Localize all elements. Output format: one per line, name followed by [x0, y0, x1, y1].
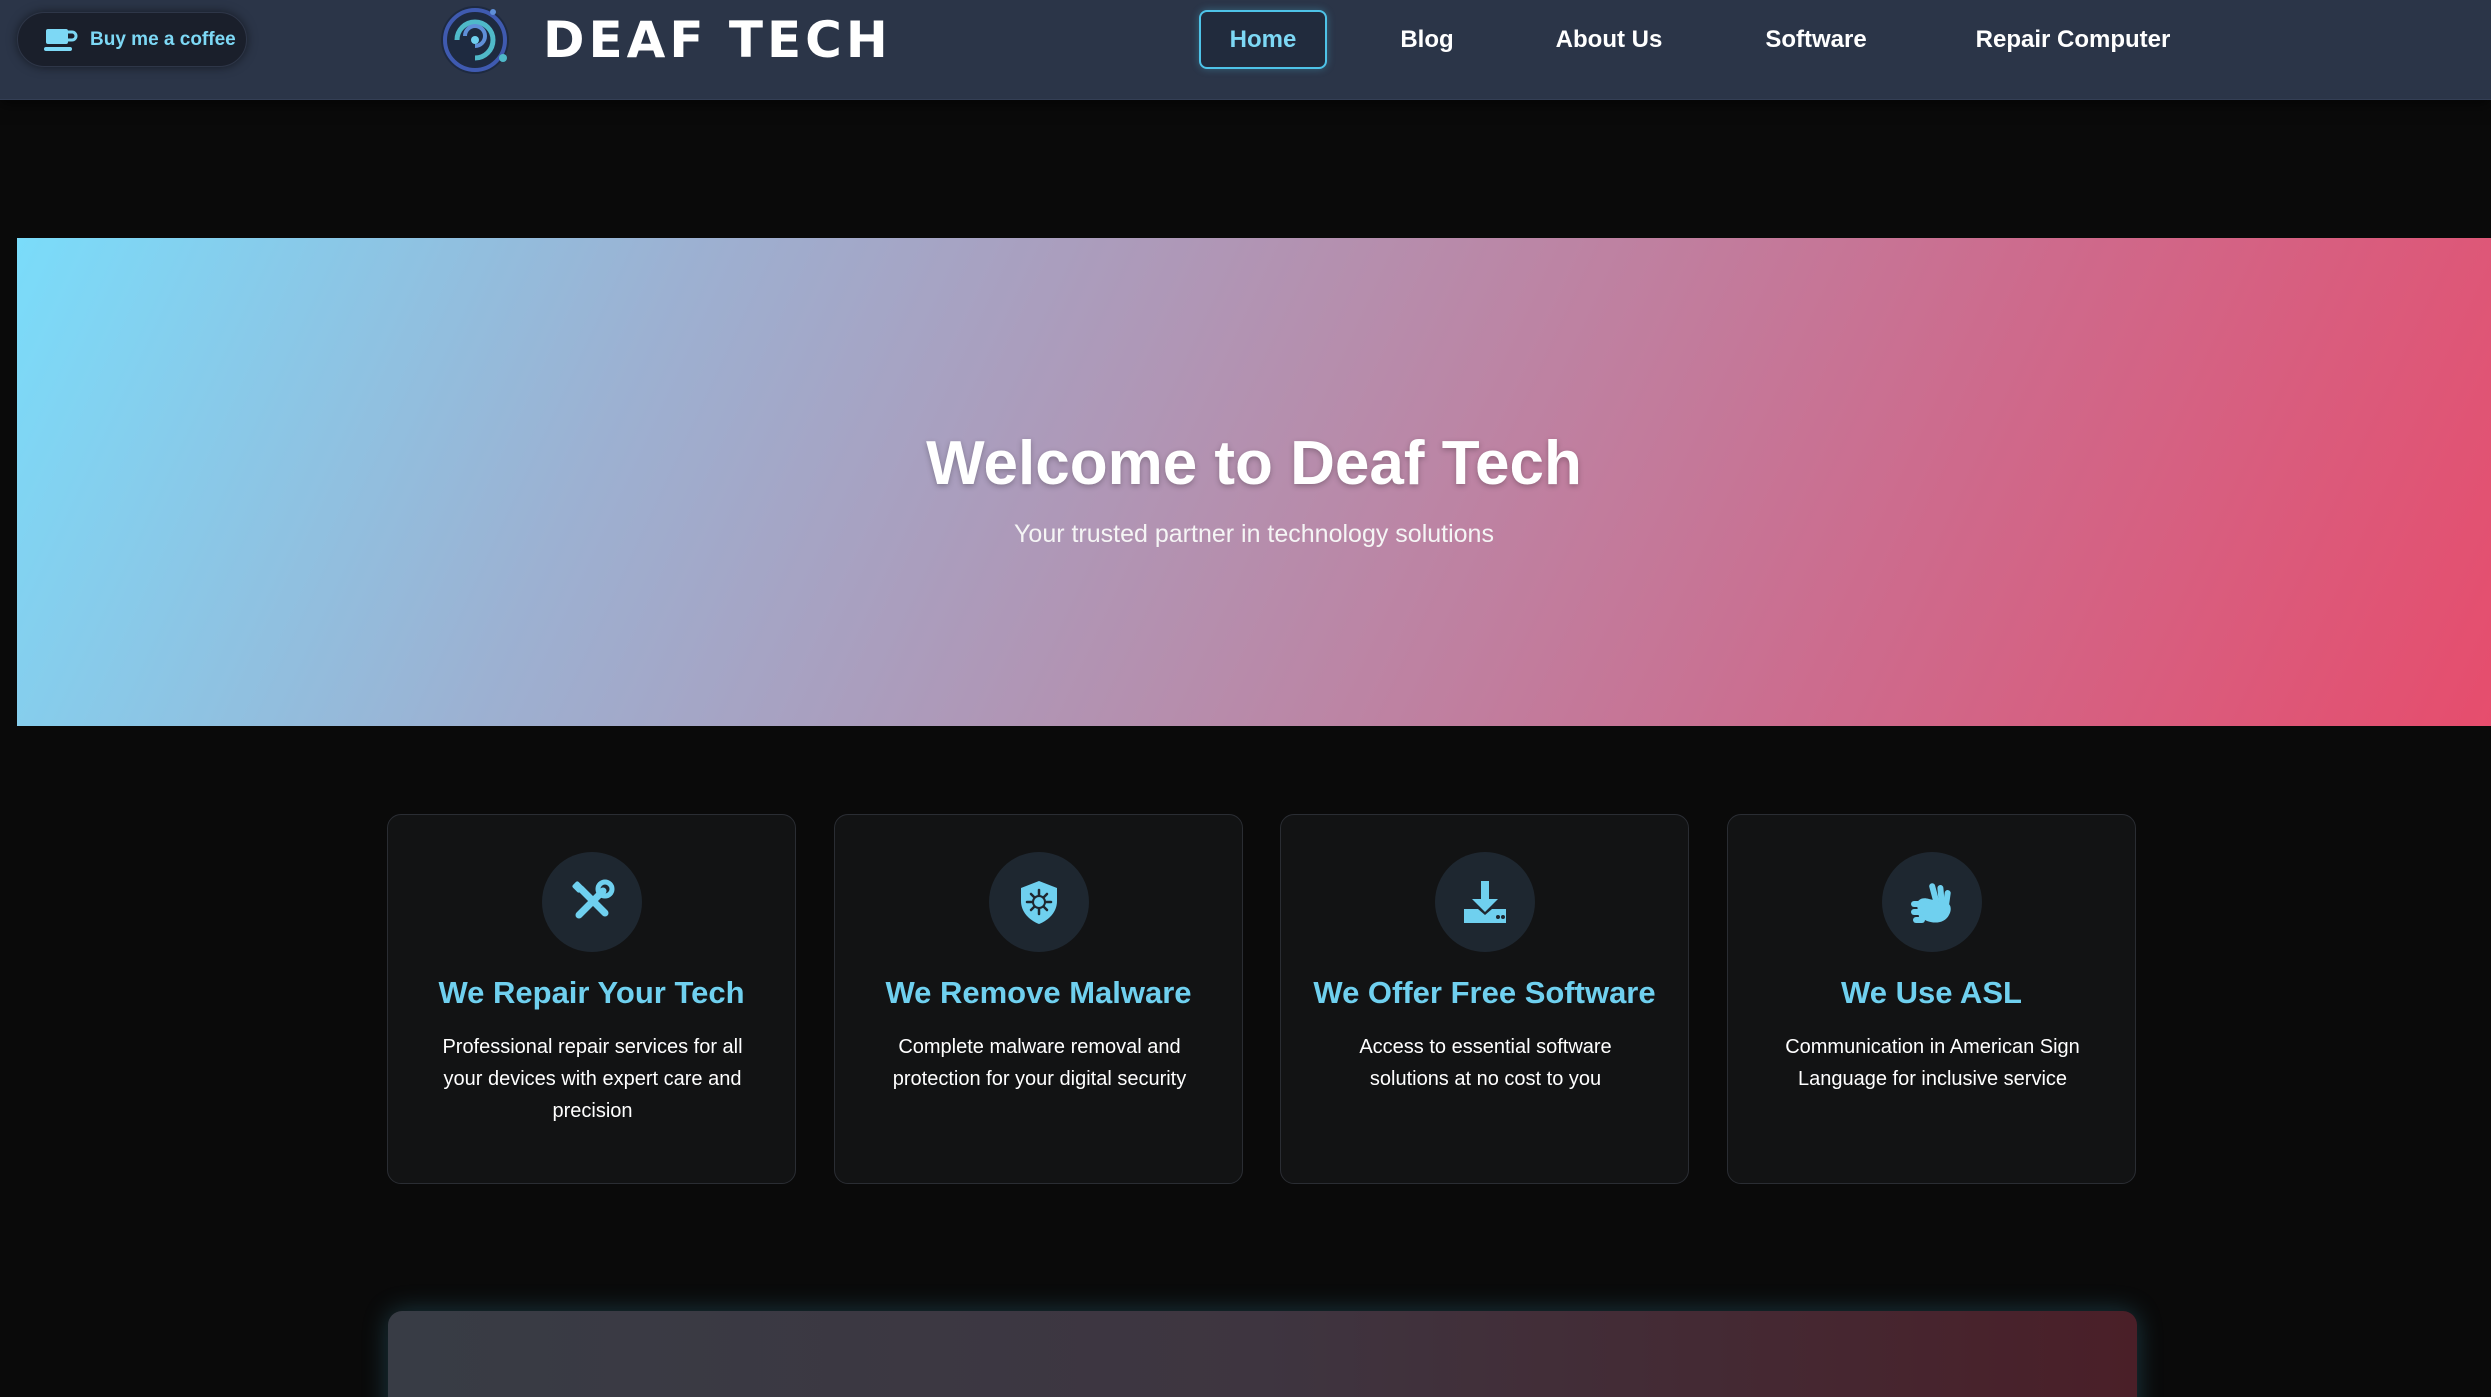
- feature-icon-wrapper: [989, 852, 1089, 952]
- feature-icon-wrapper: [1435, 852, 1535, 952]
- hero-subtitle: Your trusted partner in technology solut…: [1014, 520, 1494, 548]
- site-header: Buy me a coffee DEAF TECH Home Blog Abou…: [0, 0, 2491, 100]
- feature-icon-wrapper: [1882, 852, 1982, 952]
- feature-title: We Offer Free Software: [1313, 975, 1656, 1010]
- nav-home[interactable]: Home: [1199, 10, 1327, 69]
- tools-icon: [572, 879, 615, 919]
- feature-card-asl[interactable]: We Use ASL Communication in American Sig…: [1727, 814, 2136, 1184]
- feature-title: We Remove Malware: [885, 975, 1192, 1010]
- feature-card-malware[interactable]: We Remove Malware Complete malware remov…: [834, 814, 1243, 1184]
- sign-language-icon: [1911, 883, 1951, 923]
- feature-title: We Use ASL: [1841, 975, 2022, 1010]
- nav-about-us[interactable]: About Us: [1544, 10, 1674, 69]
- feature-text: Professional repair services for all you…: [442, 1036, 743, 1122]
- main-nav: Home Blog About Us Software Repair Compu…: [0, 10, 2491, 70]
- nav-software[interactable]: Software: [1752, 10, 1880, 69]
- hero-title: Welcome to Deaf Tech: [926, 429, 1582, 498]
- feature-text: Communication in American Sign Language …: [1785, 1036, 2080, 1090]
- bottom-banner: [388, 1311, 2137, 1397]
- feature-text: Access to essential software solutions a…: [1359, 1036, 1612, 1090]
- download-icon: [1464, 881, 1506, 923]
- feature-card-software[interactable]: We Offer Free Software Access to essenti…: [1280, 814, 1689, 1184]
- nav-blog[interactable]: Blog: [1384, 10, 1470, 69]
- shield-virus-icon: [1021, 881, 1057, 924]
- feature-text: Complete malware removal and protection …: [892, 1036, 1187, 1090]
- nav-repair-computer[interactable]: Repair Computer: [1958, 10, 2188, 69]
- feature-icon-wrapper: [542, 852, 642, 952]
- feature-title: We Repair Your Tech: [438, 975, 745, 1010]
- feature-card-repair[interactable]: We Repair Your Tech Professional repair …: [387, 814, 796, 1184]
- hero-banner: Welcome to Deaf Tech Your trusted partne…: [17, 238, 2491, 726]
